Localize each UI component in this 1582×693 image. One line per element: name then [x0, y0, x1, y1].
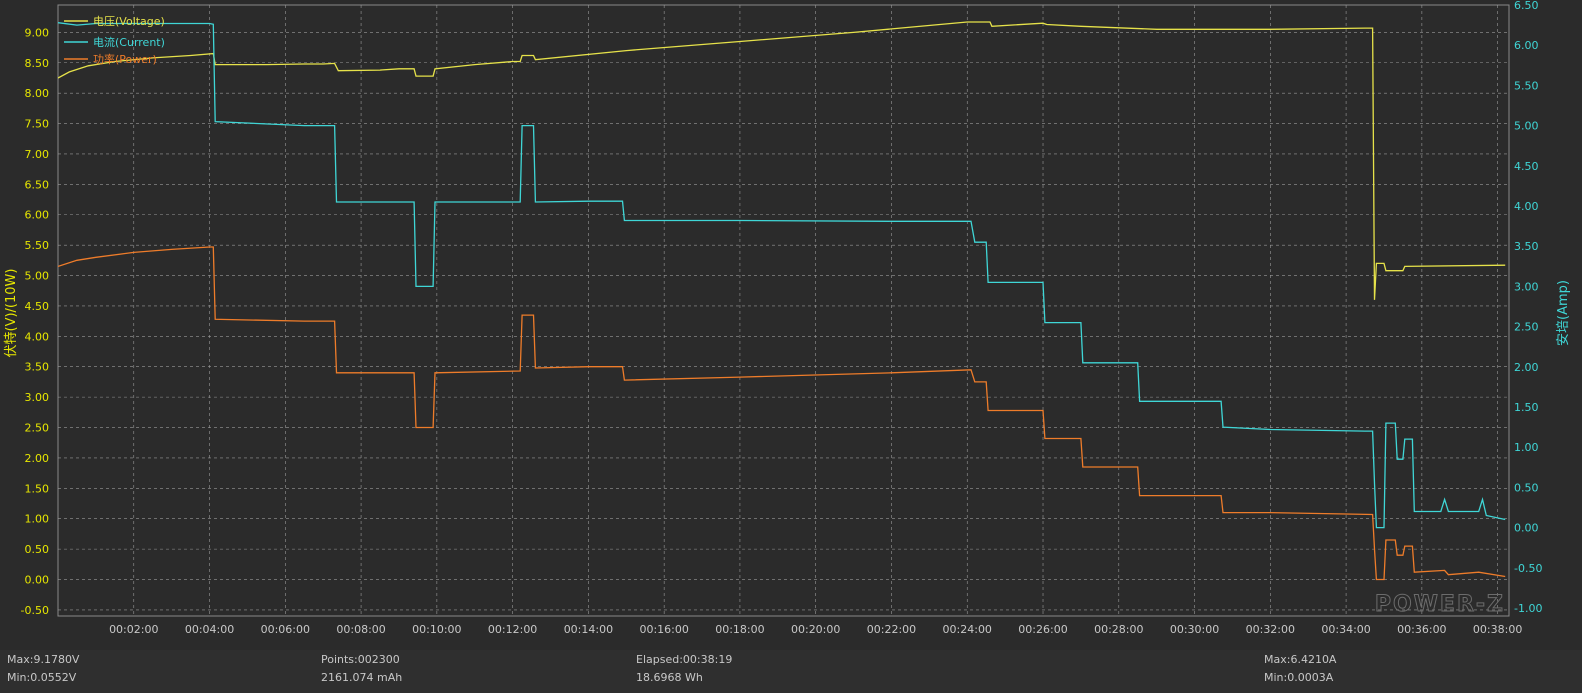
elapsed-stat: Elapsed:00:38:19	[636, 653, 733, 666]
points-stat: Points:002300	[321, 653, 400, 666]
stats-footer: Max:9.1780V Min:0.0552V Points:002300 21…	[0, 650, 1582, 693]
y-right-tick-3: 5.00	[1514, 120, 1539, 133]
y-left-tick-16: 1.00	[25, 513, 50, 526]
y-right-tick-7: 3.00	[1514, 280, 1539, 293]
min-voltage-stat: Min:0.0552V	[7, 671, 77, 684]
x-tick-1: 00:04:00	[185, 623, 234, 636]
y-left-tick-14: 2.00	[25, 452, 50, 465]
max-current-stat: Max:6.4210A	[1264, 653, 1337, 666]
legend-label-current: 电流(Current)	[93, 35, 165, 49]
y-left-tick-10: 4.00	[25, 330, 50, 343]
energy-stat: 18.6968 Wh	[636, 671, 703, 684]
chart-svg: 9.00 8.50 8.00 7.50 7.00 6.50 6.00 5.50 5.00 4.50…	[4, 0, 1571, 636]
y-right-tick-4: 4.50	[1514, 160, 1539, 173]
x-tick-14: 00:30:00	[1170, 623, 1219, 636]
y-right-tick-14: -0.50	[1514, 562, 1542, 575]
y-right-tick-5: 4.00	[1514, 200, 1539, 213]
x-tick-3: 00:08:00	[336, 623, 385, 636]
x-tick-8: 00:18:00	[715, 623, 764, 636]
x-tick-0: 00:02:00	[109, 623, 158, 636]
x-tick-5: 00:12:00	[488, 623, 537, 636]
y-left-tick-15: 1.50	[25, 482, 50, 495]
y-right-tick-2: 5.50	[1514, 79, 1539, 92]
y-right-tick-0: 6.50	[1514, 0, 1539, 12]
y-left-tick-17: 0.50	[25, 543, 50, 556]
y-left-tick-12: 3.00	[25, 391, 50, 404]
y-left-tick-2: 8.00	[25, 87, 50, 100]
y-right-tick-9: 2.00	[1514, 361, 1539, 374]
y-axis-left-label: 伏特(V)/(10W)	[4, 269, 19, 358]
y-left-tick-3: 7.50	[25, 118, 50, 131]
y-left-tick-9: 4.50	[25, 300, 50, 313]
x-tick-6: 00:14:00	[564, 623, 613, 636]
legend-label-voltage: 电压(Voltage)	[93, 15, 165, 28]
y-left-tick-11: 3.50	[25, 361, 50, 374]
x-tick-17: 00:36:00	[1397, 623, 1446, 636]
y-right-tick-12: 0.50	[1514, 481, 1539, 494]
min-current-stat: Min:0.0003A	[1264, 671, 1334, 684]
x-tick-13: 00:28:00	[1094, 623, 1143, 636]
y-left-tick-0: 9.00	[25, 26, 50, 39]
x-tick-15: 00:32:00	[1246, 623, 1295, 636]
y-left-tick-6: 6.00	[25, 209, 50, 222]
x-tick-11: 00:24:00	[943, 623, 992, 636]
y-right-tick-11: 1.00	[1514, 441, 1539, 454]
x-tick-4: 00:10:00	[412, 623, 461, 636]
y-left-tick-4: 7.00	[25, 148, 50, 161]
max-voltage-stat: Max:9.1780V	[7, 653, 80, 666]
y-right-tick-1: 6.00	[1514, 39, 1539, 52]
y-right-tick-15: -1.00	[1514, 602, 1542, 615]
x-tick-7: 00:16:00	[639, 623, 688, 636]
x-tick-18: 00:38:00	[1473, 623, 1522, 636]
legend-label-power: 功率(Power)	[93, 52, 157, 66]
x-tick-9: 00:20:00	[791, 623, 840, 636]
y-right-tick-13: 0.00	[1514, 522, 1539, 535]
y-left-tick-18: 0.00	[25, 574, 50, 587]
y-left-tick-13: 2.50	[25, 422, 50, 435]
y-left-tick-8: 5.00	[25, 270, 50, 283]
y-left-tick-1: 8.50	[25, 57, 50, 70]
y-right-tick-10: 1.50	[1514, 401, 1539, 414]
y-left-tick-5: 6.50	[25, 178, 50, 191]
chart-root: 9.00 8.50 8.00 7.50 7.00 6.50 6.00 5.50 5.00 4.50…	[0, 0, 1582, 693]
watermark-logo: POWER-Z	[1375, 592, 1505, 617]
x-tick-16: 00:34:00	[1321, 623, 1370, 636]
plot-background	[57, 4, 1510, 617]
y-right-tick-8: 2.50	[1514, 321, 1539, 334]
capacity-stat: 2161.074 mAh	[321, 671, 403, 684]
y-left-tick-7: 5.50	[25, 239, 50, 252]
x-tick-12: 00:26:00	[1018, 623, 1067, 636]
x-tick-10: 00:22:00	[867, 623, 916, 636]
y-left-tick-19: -0.50	[21, 604, 49, 617]
y-axis-right-label: 安培(Amp)	[1555, 280, 1571, 346]
x-tick-2: 00:06:00	[261, 623, 310, 636]
y-right-tick-6: 3.50	[1514, 240, 1539, 253]
